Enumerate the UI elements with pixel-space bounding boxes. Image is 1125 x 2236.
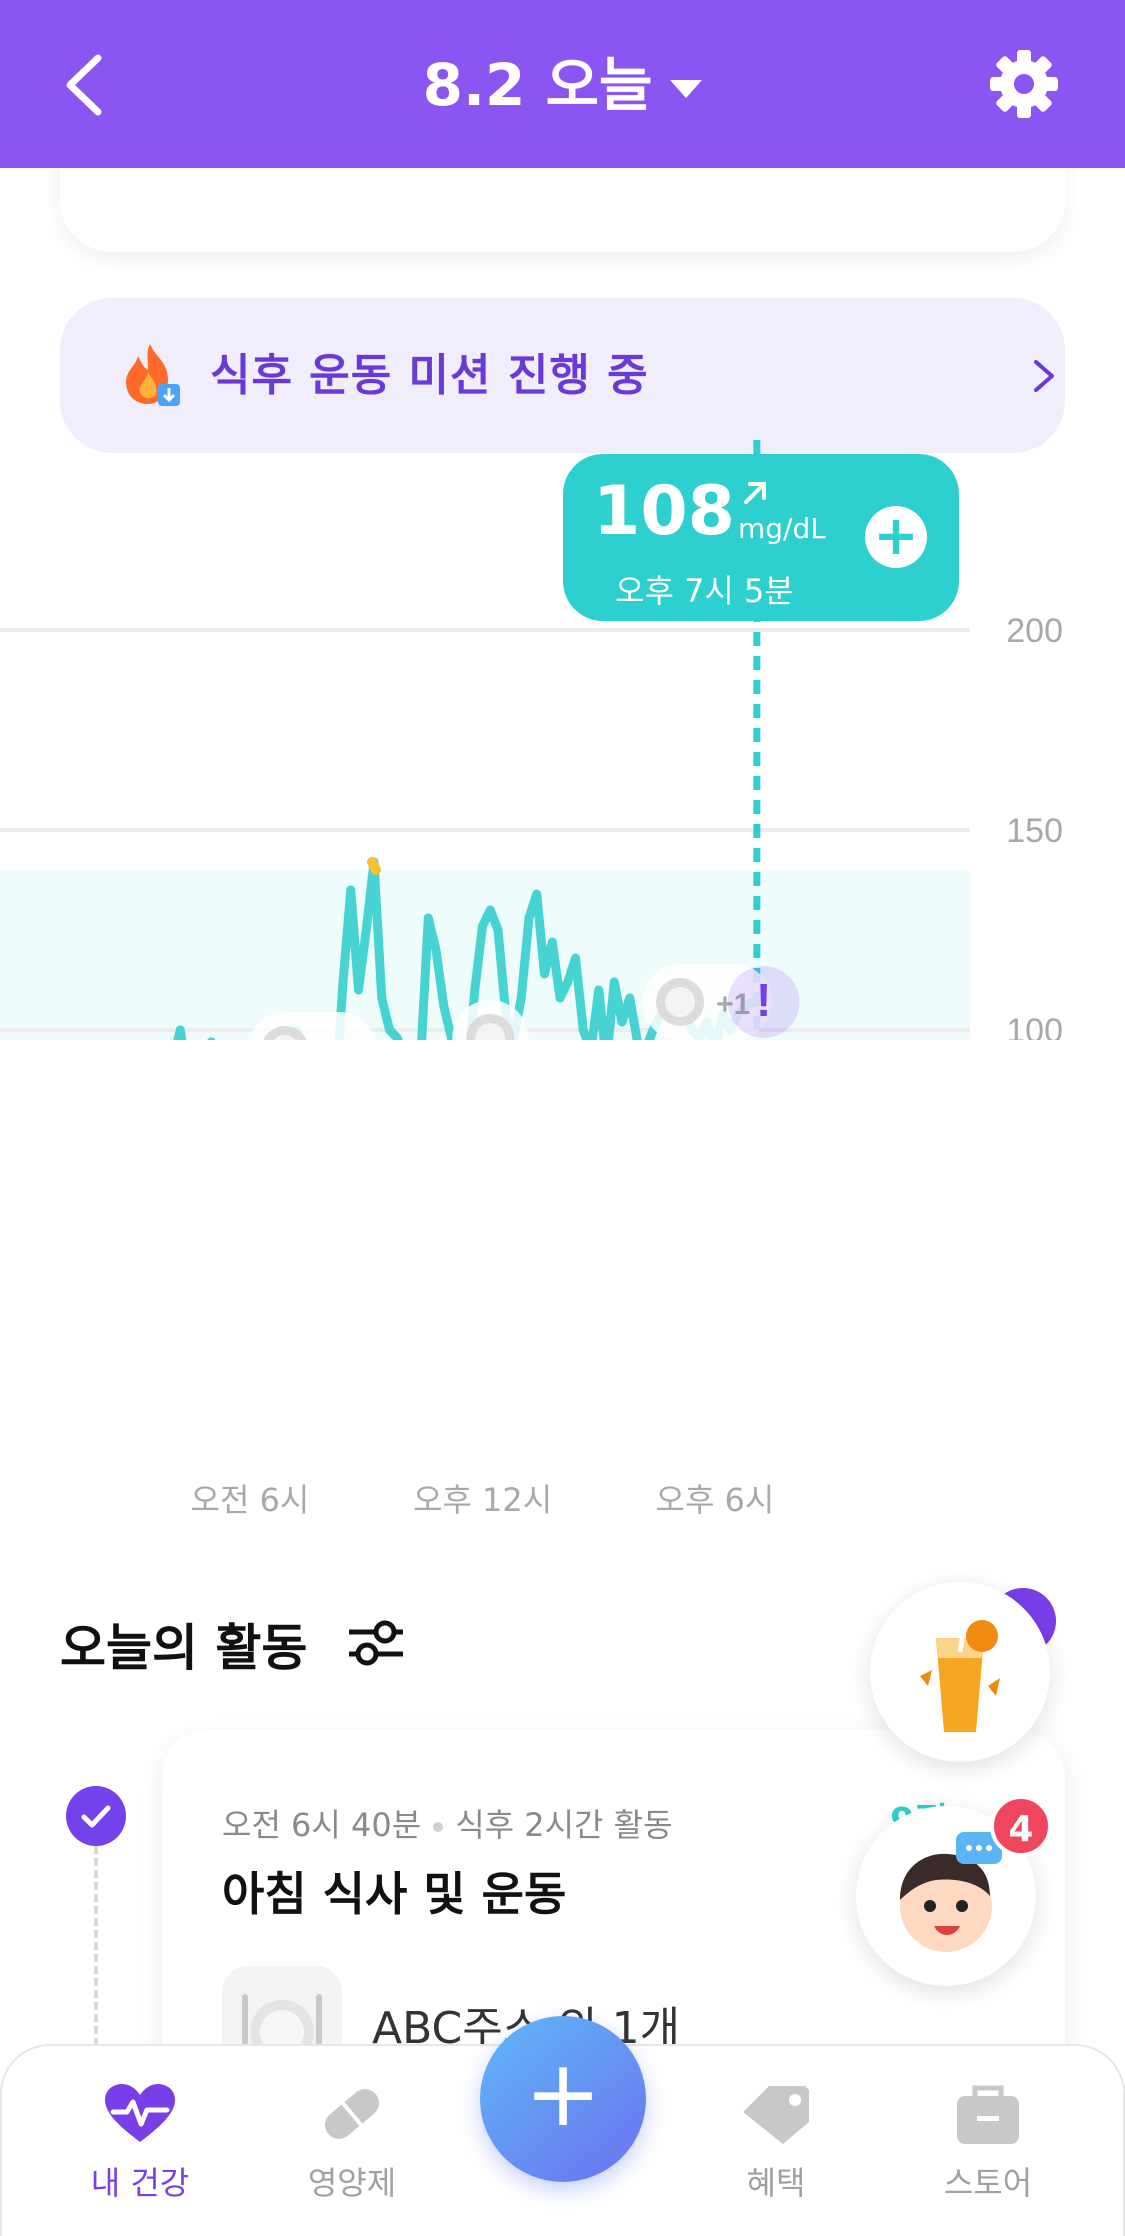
x-tick-label: 오후 6시 <box>655 1481 775 1519</box>
timeline-line <box>94 1846 98 2046</box>
activities-title: 오늘의 활동 <box>60 1619 308 1677</box>
add-record-button[interactable]: + <box>480 2016 646 2182</box>
nav-label: 스토어 <box>943 2164 1033 2202</box>
juice-mission-button[interactable] <box>870 1582 1050 1762</box>
heart-pulse-icon <box>105 2084 175 2142</box>
activity-time: 오전 6시 40분 <box>222 1806 422 1844</box>
bag-icon <box>957 2085 1019 2144</box>
fire-icon <box>126 344 180 406</box>
alert-icon: ! <box>756 974 771 1026</box>
x-tick-label: 오전 6시 <box>190 1481 310 1519</box>
activity-meta: 오전 6시 40분 식후 2시간 활동 <box>222 1800 673 1846</box>
reading-value: 108 <box>593 472 735 551</box>
nav-label: 영양제 <box>307 2164 397 2202</box>
activity-detail: 식후 2시간 활동 <box>455 1806 673 1844</box>
current-reading-card[interactable]: 108 mg/dL 오후 7시 5분 + <box>563 454 959 621</box>
header-title: 8.2 오늘 <box>422 51 653 119</box>
reading-time: 오후 7시 5분 <box>615 572 794 610</box>
tag-icon <box>743 2086 809 2144</box>
meal-count-label: +1 <box>321 1036 355 1040</box>
separator-dot <box>433 1822 444 1832</box>
chat-badge: 4 <box>990 1795 1052 1857</box>
nav-item-benefits[interactable]: 혜택 <box>676 2082 876 2204</box>
nav-item-supplements[interactable]: 영양제 <box>252 2082 452 2204</box>
add-reading-button[interactable]: + <box>865 506 927 568</box>
pill-icon <box>324 2089 380 2139</box>
mission-label: 식후 운동 미션 진행 중 <box>210 350 649 401</box>
gear-icon[interactable] <box>988 48 1060 120</box>
filter-icon[interactable] <box>345 1614 407 1670</box>
reading-unit: mg/dL <box>738 512 826 545</box>
y-tick-label: 150 <box>1006 812 1063 850</box>
trend-up-right-icon <box>744 482 766 504</box>
plus-icon: + <box>524 2040 602 2147</box>
date-selector[interactable]: 8.2 오늘 <box>0 50 1125 120</box>
nav-item-health[interactable]: 내 건강 <box>40 2082 240 2204</box>
y-tick-label: 100 <box>1006 1012 1063 1040</box>
activity-name: 아침 식사 및 운동 <box>222 1867 567 1921</box>
x-tick-label: 오후 12시 <box>413 1481 553 1519</box>
app-header: 8.2 오늘 <box>0 0 1125 168</box>
caret-down-icon <box>670 79 703 98</box>
y-tick-label: 200 <box>1006 612 1063 650</box>
high-peak-mark <box>367 857 381 875</box>
mission-banner[interactable]: 식후 운동 미션 진행 중 <box>60 298 1065 453</box>
juice-icon <box>920 1611 1000 1732</box>
nav-item-store[interactable]: 스토어 <box>888 2082 1088 2204</box>
chevron-right-icon <box>1034 360 1054 392</box>
nav-label: 내 건강 <box>90 2164 190 2202</box>
nav-label: 혜택 <box>746 2164 806 2202</box>
timeline-check-icon <box>66 1786 126 1846</box>
